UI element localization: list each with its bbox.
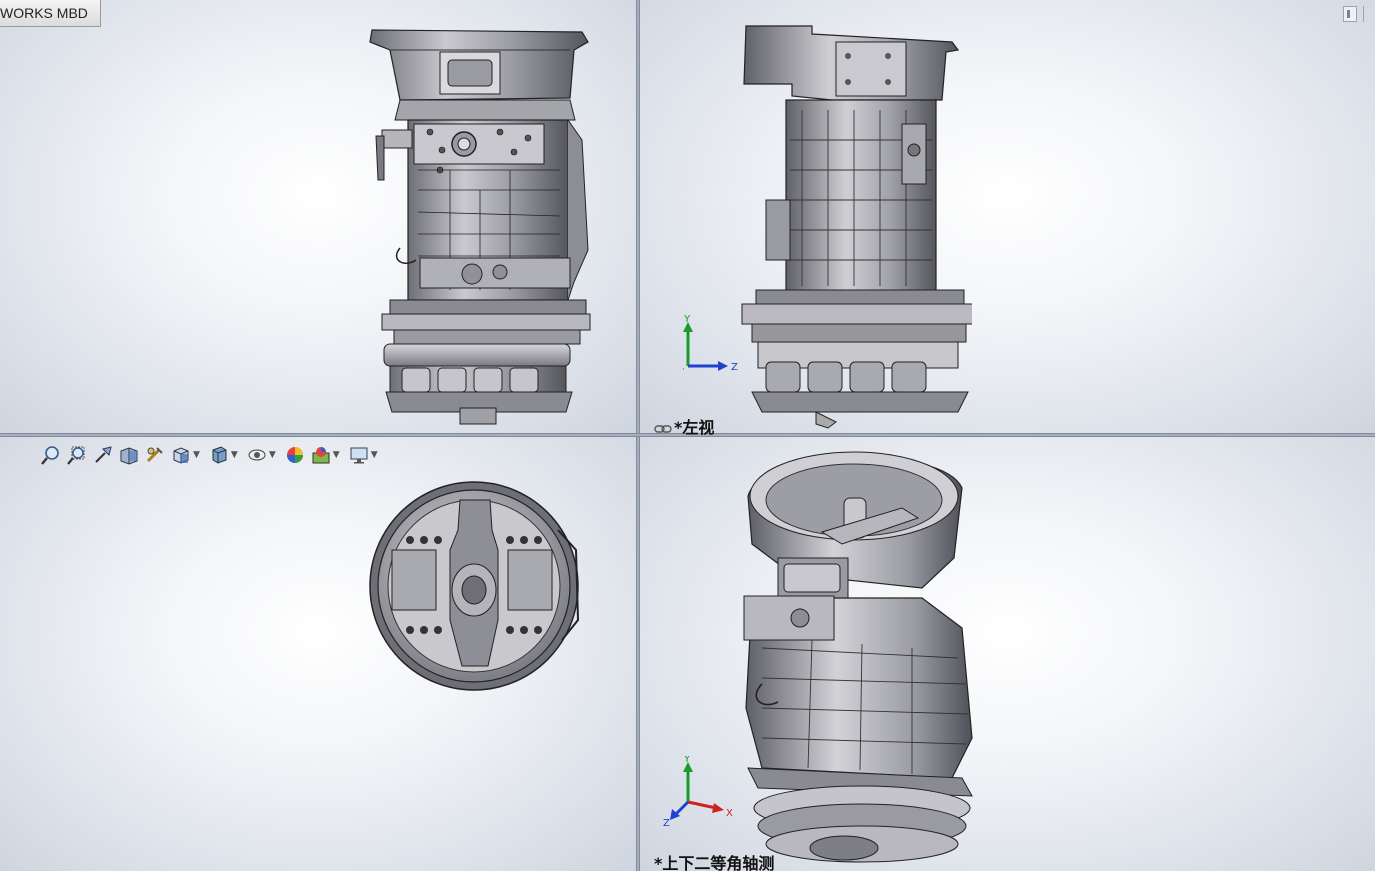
link-chain-icon [654, 424, 672, 433]
apply-scene-dropdown-icon[interactable]: ▼ [333, 450, 340, 460]
view-orientation-dropdown-icon[interactable]: ▼ [193, 450, 200, 460]
view-settings-dropdown-icon[interactable]: ▼ [371, 450, 378, 460]
view-label-isometric: *上下二等角轴测 [654, 854, 775, 873]
view-label-left: *左视 [674, 418, 715, 437]
gearbox-isometric-view [743, 451, 973, 863]
zoom-to-area-icon[interactable] [66, 444, 88, 466]
display-style-dropdown-icon[interactable]: ▼ [231, 450, 238, 460]
heads-up-view-toolbar: ▼ ▼ ▼ ▼ ▼ [40, 444, 382, 466]
gearbox-top-view [369, 481, 580, 691]
svg-text:·: · [682, 365, 685, 375]
section-view-icon[interactable] [118, 444, 140, 466]
app-title-tab: WORKS MBD [0, 0, 101, 27]
edit-appearance-icon[interactable] [284, 444, 306, 466]
previous-view-icon[interactable] [92, 444, 114, 466]
coordinate-triad-left-view: Y Z · [682, 314, 738, 375]
apply-scene-icon[interactable] [310, 444, 332, 466]
iso-triad-z-label: Z [663, 818, 670, 828]
gearbox-front-view [369, 29, 591, 425]
triad-z-label: Z [731, 362, 738, 373]
triad-y-label: Y [683, 314, 691, 325]
dynamic-annotation-views-icon[interactable] [144, 444, 166, 466]
coordinate-triad-isometric-view: Y X Z [663, 756, 733, 828]
hide-show-items-icon[interactable] [246, 444, 268, 466]
top-right-view-label-container: *左视 [654, 414, 714, 438]
split-view-icon[interactable] [1343, 6, 1357, 22]
viewport-edge-icon [1363, 6, 1374, 22]
iso-triad-y-label: Y [683, 756, 691, 765]
view-orientation-icon[interactable] [170, 444, 192, 466]
zoom-to-fit-icon[interactable] [40, 444, 62, 466]
iso-triad-x-label: X [726, 808, 733, 819]
view-settings-icon[interactable] [348, 444, 370, 466]
gearbox-left-view [741, 25, 972, 429]
hide-show-dropdown-icon[interactable]: ▼ [269, 450, 276, 460]
display-style-icon[interactable] [208, 444, 230, 466]
